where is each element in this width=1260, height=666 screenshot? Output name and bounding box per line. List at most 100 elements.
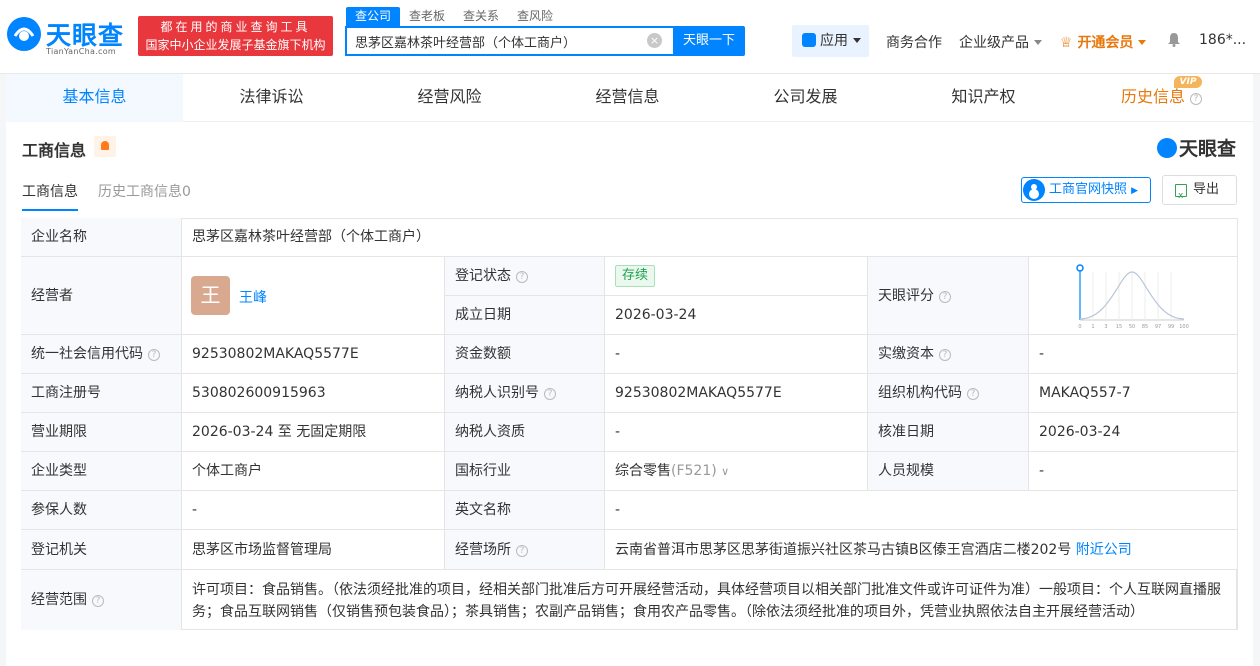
score-distribution-chart: 0 1 3 15 50 85 97 99 100	[1076, 264, 1189, 330]
subtab-business-info[interactable]: 工商信息	[22, 181, 78, 211]
nav-business-cooperation[interactable]: 商务合作	[886, 32, 942, 52]
search-button[interactable]: 天眼一下	[673, 26, 745, 56]
authority-value: 思茅区市场监督管理局	[182, 530, 445, 570]
industry-label: 国标行业	[445, 452, 605, 491]
search-tab-risk[interactable]: 查风险	[508, 7, 562, 26]
industry-value[interactable]: 综合零售(F521) ∨	[605, 452, 868, 491]
nav-open-vip[interactable]: ♕ 开通会员	[1060, 32, 1147, 52]
vip-badge: VIP	[1174, 76, 1202, 88]
reg-status-label: 登记状态?	[445, 257, 605, 296]
score-tick: 100	[1179, 324, 1189, 330]
approve-date-value: 2026-03-24	[1029, 413, 1238, 452]
export-button[interactable]: 导出	[1162, 175, 1237, 210]
top-header: 天眼查 TianYanCha.com 都在用的商业查询工具 国家中小企业发展子基…	[0, 0, 1260, 74]
taxpayer-qual-label: 纳税人资质	[445, 413, 605, 452]
type-value: 个体工商户	[182, 452, 445, 491]
staff-label: 人员规模	[868, 452, 1029, 491]
official-snapshot-button[interactable]: 工商官网快照 ▶	[1021, 177, 1151, 203]
score-tick: 99	[1168, 324, 1174, 330]
taxpayer-qual-value: -	[605, 413, 868, 452]
search-input[interactable]: 思茅区嘉林茶叶经营部（个体工商户） ×	[345, 26, 675, 56]
section-title: 工商信息	[22, 141, 87, 160]
clear-icon[interactable]: ×	[647, 33, 662, 48]
app-menu[interactable]: 应用	[792, 25, 869, 57]
reg-status-label-text: 登记状态	[455, 268, 511, 284]
help-icon[interactable]: ?	[516, 545, 528, 557]
address-cell: 云南省普洱市思茅区思茅街道振兴社区茶马古镇B区傣王宫酒店二楼202号 附近公司	[605, 530, 1238, 570]
tab-operation[interactable]: 经营信息	[539, 74, 716, 122]
authority-label: 登记机关	[21, 530, 182, 570]
company-name-value: 思茅区嘉林茶叶经营部（个体工商户）	[182, 218, 1238, 257]
slogan-line-1: 都在用的商业查询工具	[160, 20, 311, 34]
org-code-label-text: 组织机构代码	[878, 385, 962, 401]
subtab-history-business-info[interactable]: 历史工商信息0	[98, 181, 191, 201]
paid-capital-value: -	[1029, 335, 1238, 374]
help-icon[interactable]: ?	[92, 595, 104, 607]
insured-label: 参保人数	[21, 491, 182, 530]
insured-value: -	[182, 491, 445, 530]
nav-enterprise-products-label: 企业级产品	[959, 35, 1029, 51]
score-tick: 50	[1129, 324, 1135, 330]
tab-history[interactable]: 历史信息?	[1073, 74, 1250, 122]
main-tabs: 基本信息 法律诉讼 经营风险 经营信息 公司发展 知识产权 历史信息?	[6, 74, 1253, 122]
bell-icon[interactable]	[1167, 32, 1181, 47]
search-tab-boss[interactable]: 查老板	[400, 7, 454, 26]
notify-bell-icon[interactable]	[94, 136, 116, 157]
credit-code-value: 92530802MAKAQ5577E	[182, 335, 445, 374]
en-name-value: -	[605, 491, 1238, 530]
address-value: 云南省普洱市思茅区思茅街道振兴社区茶马古镇B区傣王宫酒店二楼202号	[615, 542, 1072, 558]
app-icon	[802, 33, 816, 47]
score-tick: 15	[1116, 324, 1122, 330]
nav-open-vip-label: 开通会员	[1077, 35, 1134, 51]
search-input-value: 思茅区嘉林茶叶经营部（个体工商户）	[355, 36, 577, 51]
status-badge: 存续	[615, 265, 656, 287]
founded-value: 2026-03-24	[605, 296, 868, 335]
company-name-label: 企业名称	[21, 218, 182, 257]
score-label: 天眼评分?	[868, 257, 1029, 335]
caret-right-icon: ▶	[1131, 186, 1139, 196]
user-account[interactable]: 186*...	[1199, 32, 1246, 48]
help-icon[interactable]: ?	[939, 291, 951, 303]
operator-avatar[interactable]: 王	[191, 276, 230, 315]
help-icon[interactable]: ?	[516, 271, 528, 283]
tab-development[interactable]: 公司发展	[717, 74, 894, 122]
scope-value: 许可项目：食品销售。（依法须经批准的项目，经相关部门批准后方可开展经营活动，具体…	[182, 570, 1237, 630]
score-marker-dot	[1076, 264, 1084, 272]
nearby-companies-link[interactable]: 附近公司	[1076, 542, 1132, 558]
crown-icon: ♕	[1060, 35, 1073, 51]
tianyancha-logo[interactable]: 天眼查 TianYanCha.com	[6, 14, 132, 58]
tab-risk[interactable]: 经营风险	[361, 74, 538, 122]
en-name-label: 英文名称	[445, 491, 605, 530]
help-icon[interactable]: ?	[148, 349, 160, 361]
scope-label-text: 经营范围	[31, 592, 87, 608]
help-icon: ?	[1190, 93, 1202, 105]
search-tab-company[interactable]: 查公司	[346, 7, 401, 26]
logo-mark-icon	[7, 17, 41, 51]
tab-basic-info[interactable]: 基本信息	[6, 74, 183, 122]
search-tab-relation[interactable]: 查关系	[454, 7, 508, 26]
search-type-tabs: 查公司 查老板 查关系 查风险	[346, 7, 562, 27]
industry-code: (F521)	[671, 463, 717, 479]
score-tick: 0	[1078, 324, 1081, 330]
taxpayer-id-label-text: 纳税人识别号	[455, 385, 539, 401]
operator-name-link[interactable]: 王峰	[239, 287, 267, 307]
tab-history-label: 历史信息	[1120, 87, 1185, 106]
org-code-value: MAKAQ557-7	[1029, 374, 1238, 413]
nav-enterprise-products[interactable]: 企业级产品	[959, 32, 1042, 52]
tab-ip[interactable]: 知识产权	[895, 74, 1072, 122]
reg-no-value: 530802600915963	[182, 374, 445, 413]
help-icon[interactable]: ?	[544, 388, 556, 400]
brand-watermark: 天眼查	[1157, 134, 1236, 161]
user-account-label: 186*...	[1199, 32, 1247, 48]
logo-subtext: TianYanCha.com	[46, 47, 116, 56]
tab-legal[interactable]: 法律诉讼	[183, 74, 360, 122]
slogan-line-2: 国家中小企业发展子基金旗下机构	[145, 38, 326, 52]
help-icon[interactable]: ?	[967, 388, 979, 400]
user-icon	[1023, 179, 1045, 201]
help-icon[interactable]: ?	[939, 349, 951, 361]
score-axis-labels: 0 1 3 15 50 85 97 99 100	[1078, 324, 1188, 330]
official-snapshot-label: 工商官网快照	[1049, 182, 1128, 197]
approve-date-label: 核准日期	[868, 413, 1029, 452]
paid-capital-label: 实缴资本?	[868, 335, 1029, 374]
score-tick: 3	[1104, 324, 1107, 330]
